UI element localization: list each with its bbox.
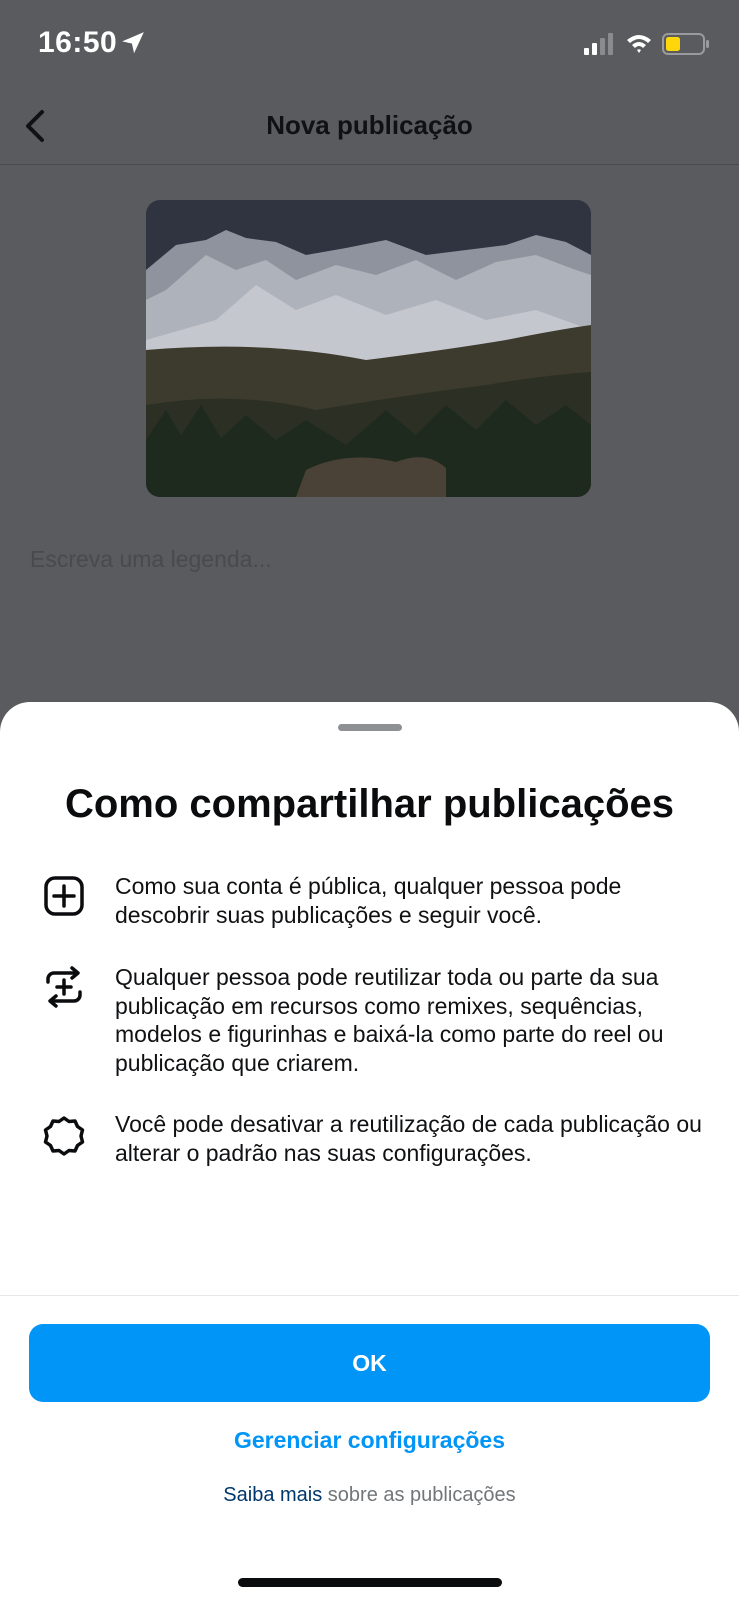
status-time: 16:50: [38, 26, 118, 59]
home-indicator: [238, 1578, 502, 1587]
nav-bar: Nova publicação: [0, 90, 739, 165]
status-bar: 16:50: [0, 0, 739, 90]
info-text: Você pode desativar a reutilização de ca…: [115, 1111, 702, 1166]
info-text: Qualquer pessoa pode reutilizar toda ou …: [115, 964, 664, 1076]
plus-square-icon: [44, 876, 84, 916]
post-image-thumbnail[interactable]: [146, 200, 591, 497]
info-text: Como sua conta é pública, qualquer pesso…: [115, 873, 622, 928]
wifi-icon: [627, 35, 651, 53]
learn-more-text: sobre as publicações: [322, 1484, 516, 1506]
battery-icon: [662, 33, 709, 55]
divider: [0, 1295, 739, 1296]
sheet-grabber[interactable]: [338, 724, 402, 731]
remix-icon: [46, 966, 82, 1008]
page-title: Nova publicação: [266, 110, 473, 140]
ok-button[interactable]: OK: [29, 1324, 710, 1402]
manage-settings-link[interactable]: Gerenciar configurações: [0, 1427, 739, 1454]
location-arrow-icon: [122, 32, 144, 54]
caption-input[interactable]: [30, 546, 710, 573]
cellular-signal-icon: [584, 33, 613, 55]
share-info-sheet: Como compartilhar publicações Como sua c…: [0, 702, 739, 1600]
gear-icon: [43, 1116, 85, 1156]
learn-more-line: Saiba mais sobre as publicações: [0, 1484, 739, 1507]
sheet-title: Como compartilhar publicações: [64, 782, 675, 826]
learn-more-link[interactable]: Saiba mais: [223, 1484, 322, 1506]
